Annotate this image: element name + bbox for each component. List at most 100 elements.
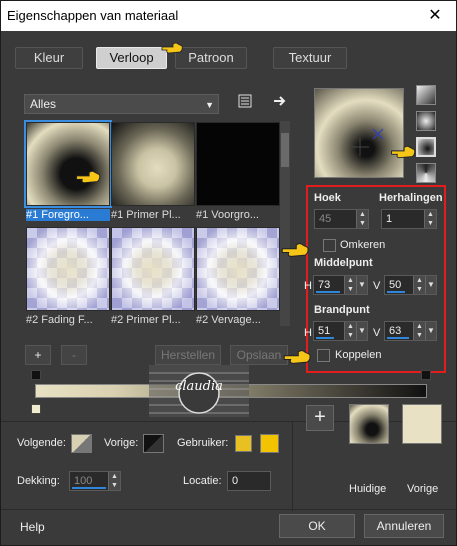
chevron-down-icon[interactable]: ▼ (356, 276, 367, 294)
current-label: Huidige (349, 483, 387, 495)
focal-h-bar (316, 337, 334, 339)
pointing-hand-icon (161, 42, 183, 54)
previous-material-swatch[interactable] (402, 404, 442, 444)
opacity-field[interactable]: 100 ▲ ▼ (69, 471, 121, 491)
user-color-label: Gebruiker: (177, 437, 229, 449)
gradient-thumbnail[interactable] (196, 122, 280, 206)
center-label: Middelpunt (314, 257, 373, 269)
angle-label: Hoek (314, 192, 341, 204)
list-icon[interactable] (237, 93, 253, 109)
focal-horizontal-field[interactable]: 51 ▲ ▼ ▼ (313, 321, 368, 341)
gradient-thumbnail[interactable] (24, 120, 112, 208)
center-h-bar (316, 291, 340, 293)
chevron-down-icon[interactable]: ▼ (356, 322, 367, 340)
angle-field[interactable]: 45 ▲ ▼ (314, 209, 369, 229)
focal-point-crosshair-icon[interactable] (315, 89, 405, 179)
gradient-stop-top-left[interactable] (31, 370, 41, 380)
repeats-field[interactable]: 1 ▲ ▼ (381, 209, 437, 229)
opacity-label: Dekking: (17, 475, 60, 487)
gradient-label: #1 Foregro... (26, 209, 110, 221)
repeats-stepper[interactable]: ▲ ▼ (424, 210, 436, 228)
category-value: Alles (30, 97, 57, 111)
focal-h-stepper[interactable]: ▲ ▼ (344, 322, 356, 340)
focal-v-prefix: V (373, 327, 381, 339)
arrow-right-icon[interactable] (272, 93, 288, 109)
radial-gradient-style-button[interactable] (416, 137, 436, 157)
gradient-thumbnail[interactable] (26, 227, 110, 311)
chevron-down-icon[interactable]: ▼ (425, 276, 436, 294)
gradient-library: #1 Foregro... #1 Primer Pl... #1 Voorgro… (23, 119, 281, 332)
gradient-stop-top-right[interactable] (421, 370, 431, 380)
gradient-label: #2 Vervage... (196, 314, 261, 326)
center-horizontal-field[interactable]: 73 ▲ ▼ ▼ (313, 275, 368, 295)
location-field[interactable]: 0 (227, 471, 271, 491)
invert-label: Omkeren (340, 239, 386, 251)
window-title: Eigenschappen van materiaal (7, 8, 179, 23)
rectangular-gradient-style-button[interactable] (416, 111, 436, 131)
cancel-button[interactable]: Annuleren (364, 514, 444, 538)
tab-kleur[interactable]: Kleur (15, 47, 83, 69)
center-h-stepper[interactable]: ▲ ▼ (344, 276, 356, 294)
link-checkbox[interactable] (317, 349, 330, 362)
ok-button[interactable]: OK (279, 514, 355, 538)
gradient-preview[interactable] (314, 88, 404, 178)
focal-h-prefix: H (304, 327, 312, 339)
user-color-swatch-2[interactable] (260, 434, 279, 453)
add-gradient-button[interactable]: + (25, 345, 51, 365)
pointing-hand-icon (281, 243, 309, 257)
gradient-thumbnail[interactable] (111, 122, 195, 206)
angle-stepper[interactable]: ▲ ▼ (356, 210, 368, 228)
pointing-hand-icon (283, 350, 311, 364)
help-link[interactable]: Help (20, 520, 45, 534)
invert-checkbox[interactable] (323, 239, 336, 252)
previous-color-swatch[interactable] (143, 434, 164, 453)
gradient-stop-bottom-left[interactable] (31, 404, 41, 414)
focal-v-bar (387, 337, 409, 339)
gradient-thumbnail[interactable] (196, 227, 280, 311)
linear-gradient-style-button[interactable] (416, 85, 436, 105)
gradient-label: #1 Voorgro... (196, 209, 259, 221)
repeats-value: 1 (386, 213, 393, 225)
chevron-down-icon[interactable]: ▼ (425, 322, 436, 340)
gradient-thumbnail[interactable] (111, 227, 195, 311)
pointing-hand-icon (391, 145, 416, 159)
next-color-swatch[interactable] (71, 434, 92, 453)
link-label: Koppelen (335, 349, 382, 361)
library-scrollbar[interactable] (280, 121, 290, 326)
focal-h-value: 51 (318, 325, 331, 337)
current-material-swatch[interactable] (349, 404, 389, 444)
previous-color-label: Vorige: (104, 437, 139, 449)
angle-value: 45 (319, 213, 332, 225)
remove-gradient-button[interactable]: - (61, 345, 87, 365)
tab-patroon[interactable]: Patroon (175, 47, 247, 69)
center-v-bar (387, 291, 405, 293)
center-v-prefix: V (373, 280, 381, 292)
center-v-stepper[interactable]: ▲ ▼ (413, 276, 425, 294)
scrollbar-thumb[interactable] (281, 133, 289, 167)
opacity-stepper[interactable]: ▲ ▼ (108, 472, 120, 490)
next-color-label: Volgende: (17, 437, 66, 449)
claudia-watermark-logo: claudia (149, 365, 249, 417)
tab-verloop[interactable]: Verloop (96, 47, 167, 69)
focal-v-stepper[interactable]: ▲ ▼ (413, 322, 425, 340)
center-h-prefix: H (304, 280, 312, 292)
add-to-swatches-button[interactable]: + (306, 405, 334, 431)
category-dropdown[interactable]: Alles ▼ (24, 94, 219, 114)
location-label: Locatie: (183, 475, 222, 487)
material-properties-dialog: Eigenschappen van materiaal ✕ Kleur Verl… (0, 0, 457, 546)
user-color-swatch-1[interactable] (235, 435, 252, 452)
opacity-value: 100 (74, 475, 93, 487)
center-h-value: 73 (318, 279, 331, 291)
center-v-value: 50 (389, 279, 402, 291)
tab-textuur[interactable]: Textuur (273, 47, 347, 69)
focal-label: Brandpunt (314, 304, 370, 316)
focal-vertical-field[interactable]: 63 ▲ ▼ ▼ (384, 321, 437, 341)
sunburst-gradient-style-button[interactable] (416, 163, 436, 183)
close-button[interactable]: ✕ (424, 6, 446, 26)
opacity-bar (72, 487, 106, 489)
location-value: 0 (232, 475, 239, 487)
center-vertical-field[interactable]: 50 ▲ ▼ ▼ (384, 275, 437, 295)
repeats-label: Herhalingen (379, 192, 443, 204)
gradient-label: #2 Primer Pl... (111, 314, 181, 326)
svg-text:claudia: claudia (175, 379, 223, 394)
